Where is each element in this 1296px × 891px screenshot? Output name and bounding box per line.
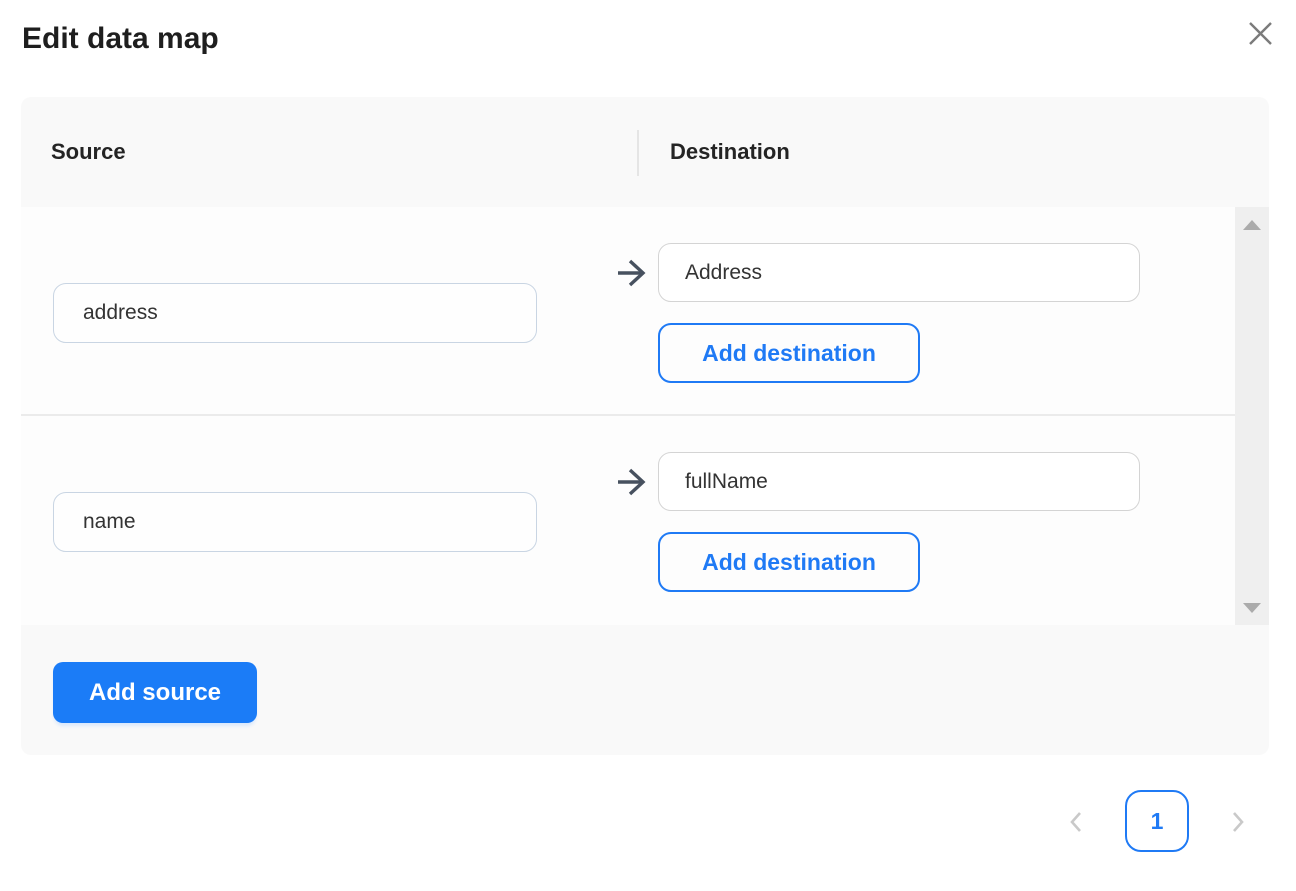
source-input[interactable] bbox=[53, 283, 537, 343]
add-destination-button[interactable]: Add destination bbox=[658, 323, 920, 383]
arrow-right-icon bbox=[617, 466, 647, 498]
pagination-page-1-button[interactable]: 1 bbox=[1125, 790, 1189, 852]
table-header: Source Destination bbox=[21, 97, 1269, 207]
add-destination-button[interactable]: Add destination bbox=[658, 532, 920, 592]
pagination-next-button[interactable] bbox=[1222, 808, 1252, 838]
destination-input[interactable] bbox=[658, 243, 1140, 302]
add-source-button[interactable]: Add source bbox=[53, 662, 257, 723]
mapping-row: Add destination bbox=[21, 416, 1235, 625]
scroll-up-icon[interactable] bbox=[1243, 220, 1261, 230]
vertical-scrollbar[interactable] bbox=[1235, 207, 1269, 625]
page-title: Edit data map bbox=[22, 22, 219, 55]
source-input[interactable] bbox=[53, 492, 537, 552]
pagination-previous-button[interactable] bbox=[1062, 808, 1092, 838]
destination-input[interactable] bbox=[658, 452, 1140, 511]
chevron-left-icon bbox=[1064, 809, 1090, 838]
arrow-right-icon bbox=[617, 257, 647, 289]
chevron-right-icon bbox=[1224, 809, 1250, 838]
mapping-row: Add destination bbox=[21, 207, 1235, 416]
scroll-down-icon[interactable] bbox=[1243, 603, 1261, 613]
column-divider bbox=[637, 130, 639, 176]
mapping-rows-viewport: Add destination Add destination bbox=[21, 207, 1235, 625]
close-button[interactable] bbox=[1242, 17, 1278, 53]
source-column-header: Source bbox=[51, 139, 126, 164]
data-map-panel: Source Destination Add destination bbox=[21, 97, 1269, 755]
close-icon bbox=[1247, 20, 1274, 50]
destination-column-header: Destination bbox=[670, 139, 790, 164]
